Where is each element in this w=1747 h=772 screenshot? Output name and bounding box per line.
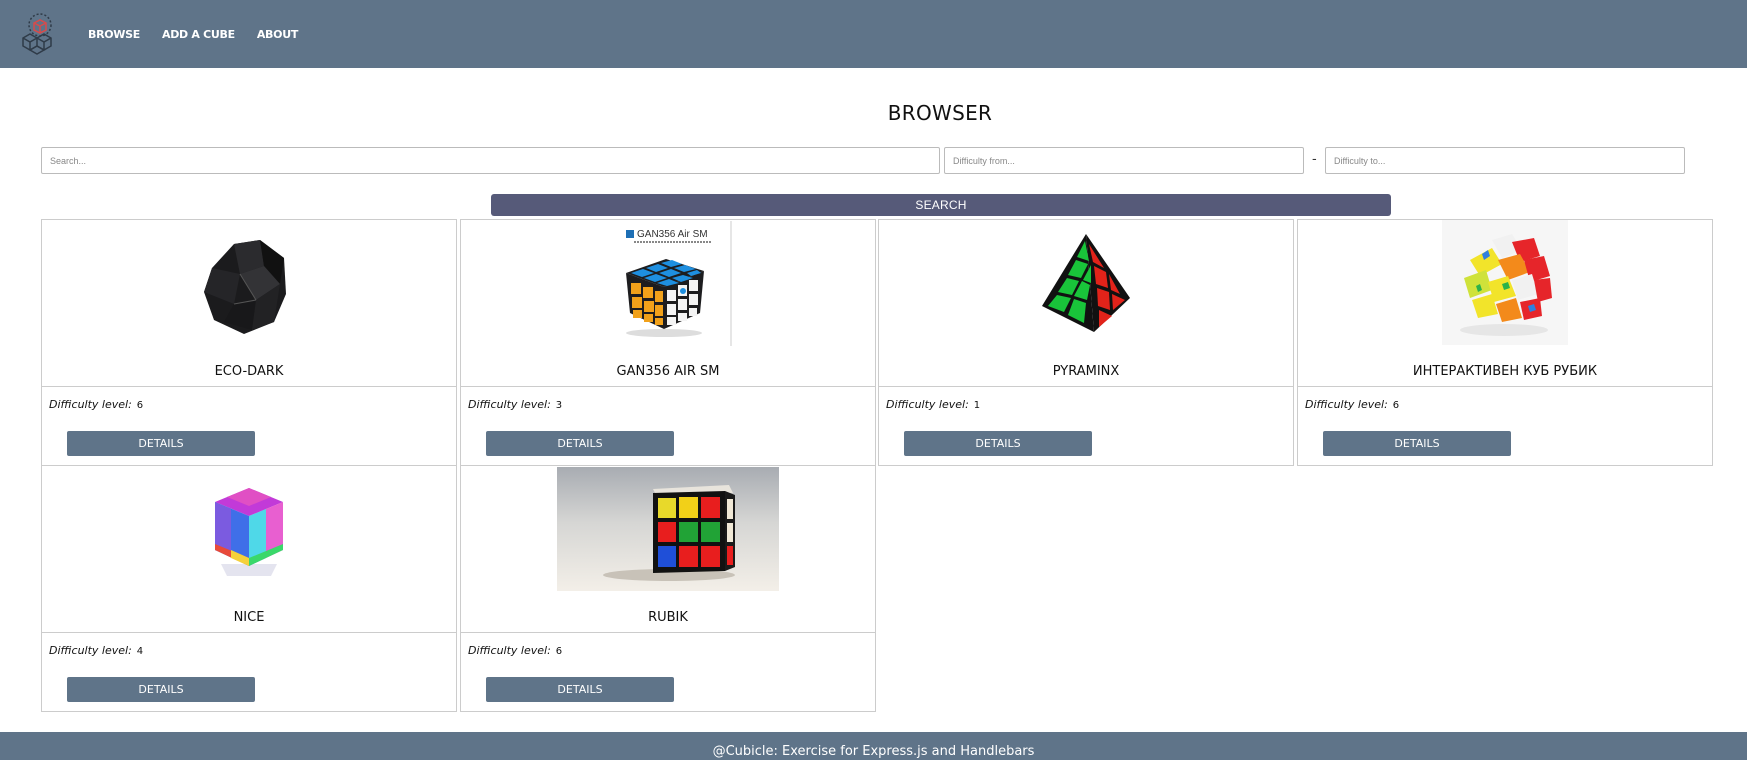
nav-add-cube-link[interactable]: ADD A CUBE: [162, 28, 235, 41]
difficulty-value: 6: [136, 400, 144, 411]
cube-name: ECO-DARK: [214, 364, 284, 379]
difficulty-row: Difficulty level: 6: [49, 398, 143, 411]
cube-card: GAN356 Air SM GAN356 AIR SM Difficulty l…: [460, 219, 876, 466]
card-image-area: ИНТЕРАКТИВЕН КУБ РУБИК: [1298, 220, 1712, 387]
nav-browse-link[interactable]: BROWSE: [88, 28, 140, 41]
difficulty-label: Difficulty level:: [49, 644, 132, 657]
main-nav: BROWSE ADD A CUBE ABOUT: [88, 0, 298, 68]
page-title: BROWSER: [887, 101, 993, 125]
card-image-area: ECO-DARK: [42, 220, 456, 387]
difficulty-value: 6: [555, 646, 563, 657]
card-image-area: NICE: [42, 466, 456, 633]
difficulty-label: Difficulty level:: [1305, 398, 1388, 411]
difficulty-label: Difficulty level:: [49, 398, 132, 411]
cube-name: PYRAMINX: [1052, 364, 1120, 379]
cube-image-pyraminx: [1042, 234, 1130, 332]
difficulty-value: 6: [1392, 400, 1400, 411]
difficulty-to-input[interactable]: [1325, 147, 1685, 174]
difficulty-value: 3: [555, 400, 563, 411]
cube-name: ИНТЕРАКТИВЕН КУБ РУБИК: [1412, 364, 1598, 379]
cube-card: NICE Difficulty level: 4 DETAILS: [41, 465, 457, 712]
cube-card: PYRAMINX Difficulty level: 1 DETAILS: [878, 219, 1294, 466]
difficulty-label: Difficulty level:: [468, 644, 551, 657]
top-navbar: BROWSE ADD A CUBE ABOUT: [0, 0, 1747, 68]
difficulty-label: Difficulty level:: [468, 398, 551, 411]
cubes-logo-icon[interactable]: [20, 11, 62, 55]
details-button[interactable]: DETAILS: [486, 431, 674, 456]
difficulty-row: Difficulty level: 1: [886, 398, 980, 411]
cube-name: RUBIK: [648, 610, 688, 625]
details-button[interactable]: DETAILS: [904, 431, 1092, 456]
difficulty-row: Difficulty level: 3: [468, 398, 562, 411]
difficulty-value: 4: [136, 646, 144, 657]
details-button[interactable]: DETAILS: [486, 677, 674, 702]
cube-image-rubik-interactive: [1442, 220, 1568, 345]
difficulty-row: Difficulty level: 6: [468, 644, 562, 657]
cube-name: NICE: [233, 610, 265, 625]
nav-about-link[interactable]: ABOUT: [257, 28, 298, 41]
cube-image-nice: [215, 488, 283, 576]
gan-caption: GAN356 Air SM: [637, 229, 708, 240]
details-button[interactable]: DETAILS: [67, 677, 255, 702]
range-separator: -: [1312, 152, 1317, 167]
cube-card: ИНТЕРАКТИВЕН КУБ РУБИК Difficulty level:…: [1297, 219, 1713, 466]
cube-card: ECO-DARK Difficulty level: 6 DETAILS: [41, 219, 457, 466]
search-button[interactable]: SEARCH: [491, 194, 1391, 216]
card-image-area: RUBIK: [461, 466, 875, 633]
difficulty-value: 1: [973, 400, 981, 411]
difficulty-row: Difficulty level: 6: [1305, 398, 1399, 411]
cube-image-gan356: GAN356 Air SM: [604, 221, 732, 346]
cube-image-rubik: [557, 467, 779, 591]
details-button[interactable]: DETAILS: [67, 431, 255, 456]
difficulty-from-input[interactable]: [944, 147, 1304, 174]
cube-image-eco-dark: [204, 240, 286, 334]
page-footer: @Cubicle: Exercise for Express.js and Ha…: [0, 732, 1747, 760]
details-button[interactable]: DETAILS: [1323, 431, 1511, 456]
card-image-area: PYRAMINX: [879, 220, 1293, 387]
difficulty-label: Difficulty level:: [886, 398, 969, 411]
cube-name: GAN356 AIR SM: [616, 364, 720, 379]
cube-card: RUBIK Difficulty level: 6 DETAILS: [460, 465, 876, 712]
difficulty-row: Difficulty level: 4: [49, 644, 143, 657]
card-image-area: GAN356 Air SM GAN356 AIR SM: [461, 220, 875, 387]
search-input[interactable]: [41, 147, 940, 174]
footer-text: @Cubicle: Exercise for Express.js and Ha…: [712, 744, 1035, 759]
